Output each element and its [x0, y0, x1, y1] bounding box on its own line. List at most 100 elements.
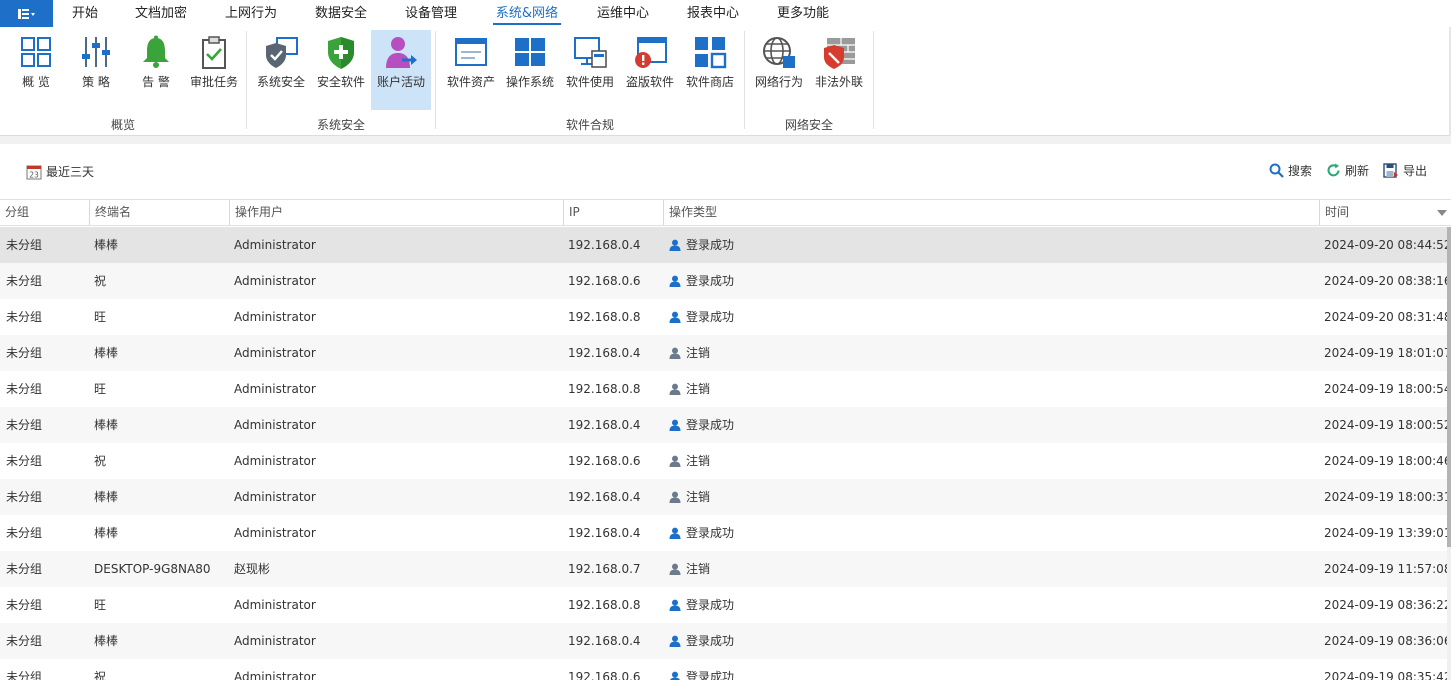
cell-user: Administrator: [234, 454, 316, 468]
scrollbar-thumb[interactable]: [1447, 227, 1451, 547]
ribbon-separator: [246, 31, 247, 129]
ribbon-item-4[interactable]: 系统安全: [251, 30, 311, 110]
refresh-button[interactable]: 刷新: [1326, 162, 1369, 179]
ribbon-item-label: 审批任务: [189, 75, 238, 89]
cell-time: 2024-09-19 18:00:54: [1324, 382, 1447, 396]
system-security-shield-icon: [266, 37, 298, 68]
table-row[interactable]: 未分组 旺 Administrator 192.168.0.8 2024-09-19 0…: [0, 587, 1447, 623]
column-header-user[interactable]: 操作用户: [229, 200, 563, 225]
ribbon: 概 览策 略 告 警 审批任务 系统安全 安全软件 账户活动软件资产 操作系统 软件使用 盗版软…: [0, 27, 1451, 136]
ribbon-item-11[interactable]: 软件商店: [680, 30, 740, 110]
table-row[interactable]: 未分组 棒棒 Administrator 192.168.0.4 2024-09-20 …: [0, 227, 1447, 263]
table-row[interactable]: 未分组 DESKTOP-9G8NA80 赵现彬 192.168.0.7 2024-09-…: [0, 551, 1447, 587]
column-header-time-label: 时间: [1325, 205, 1350, 219]
cell-terminal: DESKTOP-9G8NA80: [94, 562, 211, 576]
menu-tab-5[interactable]: 系统&网络: [493, 0, 561, 27]
cell-group: 未分组: [6, 526, 43, 540]
cell-op-label: 登录成功: [686, 598, 735, 612]
ribbon-item-3[interactable]: 审批任务: [184, 30, 244, 110]
ribbon-item-label: 网络行为: [754, 75, 803, 89]
vertical-scrollbar[interactable]: [1447, 227, 1451, 680]
menu-tab-7[interactable]: 报表中心: [685, 0, 741, 27]
column-header-operation[interactable]: 操作类型: [663, 200, 1319, 225]
refresh-icon: [1327, 163, 1340, 177]
ribbon-item-0[interactable]: 概 览: [6, 30, 66, 110]
export-button[interactable]: 导出: [1383, 162, 1427, 179]
table-row[interactable]: 未分组 棒棒 Administrator 192.168.0.4 2024-09-19 …: [0, 515, 1447, 551]
cell-op: 登录成功: [669, 515, 734, 551]
cell-group: 未分组: [6, 346, 43, 360]
cell-user: Administrator: [234, 274, 316, 288]
menu-tab-3[interactable]: 数据安全: [313, 0, 369, 27]
menu-tab-0[interactable]: 开始: [70, 0, 100, 27]
user-logout-icon: [669, 491, 681, 503]
cell-group: 未分组: [6, 274, 43, 288]
ribbon-item-5[interactable]: 安全软件: [311, 30, 371, 110]
menu-tab-8[interactable]: 更多功能: [775, 0, 831, 27]
ribbon-separator: [873, 31, 874, 129]
user-login-icon: [669, 635, 681, 647]
table-row[interactable]: 未分组 棒棒 Administrator 192.168.0.4 2024-09-19 …: [0, 623, 1447, 659]
column-header-terminal[interactable]: 终端名: [89, 200, 229, 225]
ribbon-item-label: 告 警: [142, 75, 170, 89]
ribbon-item-label: 盗版软件: [625, 75, 674, 89]
table-row[interactable]: 未分组 祝 Administrator 192.168.0.6 2024-09-19 0…: [0, 659, 1447, 680]
table-row[interactable]: 未分组 旺 Administrator 192.168.0.8 2024-09-19 1…: [0, 371, 1447, 407]
app-menu-button[interactable]: [0, 0, 53, 27]
table-row[interactable]: 未分组 棒棒 Administrator 192.168.0.4 2024-09-19 …: [0, 479, 1447, 515]
cell-ip: 192.168.0.4: [568, 490, 641, 504]
column-header-ip[interactable]: IP: [563, 200, 663, 225]
cell-terminal: 旺: [94, 598, 107, 612]
user-logout-icon: [669, 455, 681, 467]
ribbon-item-label: 操作系统: [505, 75, 554, 89]
ribbon-item-2[interactable]: 告 警: [126, 30, 186, 110]
ribbon-item-9[interactable]: 软件使用: [560, 30, 620, 110]
menu-tab-4[interactable]: 设备管理: [403, 0, 459, 27]
table-row[interactable]: 未分组 祝 Administrator 192.168.0.6 2024-09-20 0…: [0, 263, 1447, 299]
user-login-icon: [669, 311, 681, 323]
ribbon-item-10[interactable]: 盗版软件: [620, 30, 680, 110]
ribbon-item-7[interactable]: 软件资产: [441, 30, 501, 110]
ribbon-item-label: 安全软件: [316, 75, 365, 89]
ribbon-item-label: 软件使用: [565, 75, 614, 89]
cell-op: 注销: [669, 335, 710, 371]
export-icon: [1383, 162, 1398, 178]
account-activity-user-icon: [386, 37, 417, 68]
illegal-outreach-firewall-icon: [824, 38, 855, 69]
cell-user: Administrator: [234, 670, 316, 680]
ribbon-item-13[interactable]: 非法外联: [809, 30, 869, 110]
ribbon-item-8[interactable]: 操作系统: [500, 30, 560, 110]
date-range-button[interactable]: 23 最近三天: [26, 163, 94, 180]
cell-ip: 192.168.0.8: [568, 598, 641, 612]
user-logout-icon: [669, 563, 681, 575]
table-row[interactable]: 未分组 旺 Administrator 192.168.0.8 2024-09-20 0…: [0, 299, 1447, 335]
cell-op-label: 登录成功: [686, 670, 735, 680]
column-header-time[interactable]: 时间: [1319, 200, 1451, 225]
menu-tab-1[interactable]: 文档加密: [133, 0, 189, 27]
ribbon-item-label: 软件资产: [446, 75, 495, 89]
menu-tab-6[interactable]: 运维中心: [595, 0, 651, 27]
menu-tab-2[interactable]: 上网行为: [223, 0, 279, 27]
ribbon-item-1[interactable]: 策 略: [66, 30, 126, 110]
cell-time: 2024-09-19 08:36:22: [1324, 598, 1447, 612]
table-row[interactable]: 未分组 棒棒 Administrator 192.168.0.4 2024-09-19 …: [0, 407, 1447, 443]
cell-op: 登录成功: [669, 659, 734, 680]
user-login-icon: [669, 599, 681, 611]
user-login-icon: [669, 419, 681, 431]
ribbon-item-label: 策 略: [82, 75, 110, 89]
cell-time: 2024-09-19 08:35:42: [1324, 670, 1447, 680]
software-assets-window-icon: [455, 38, 487, 66]
column-header-group[interactable]: 分组: [0, 200, 89, 225]
cell-time: 2024-09-19 18:01:07: [1324, 346, 1447, 360]
search-icon: [1269, 163, 1284, 178]
cell-group: 未分组: [6, 382, 43, 396]
cell-ip: 192.168.0.4: [568, 346, 641, 360]
export-label: 导出: [1402, 164, 1427, 178]
ribbon-item-6[interactable]: 账户活动: [371, 30, 431, 110]
cell-ip: 192.168.0.6: [568, 274, 641, 288]
search-button[interactable]: 搜索: [1269, 162, 1312, 179]
ribbon-item-12[interactable]: 网络行为: [749, 30, 809, 110]
table-row[interactable]: 未分组 祝 Administrator 192.168.0.6 2024-09-19 1…: [0, 443, 1447, 479]
table-row[interactable]: 未分组 棒棒 Administrator 192.168.0.4 2024-09-19 …: [0, 335, 1447, 371]
user-login-icon: [669, 275, 681, 287]
